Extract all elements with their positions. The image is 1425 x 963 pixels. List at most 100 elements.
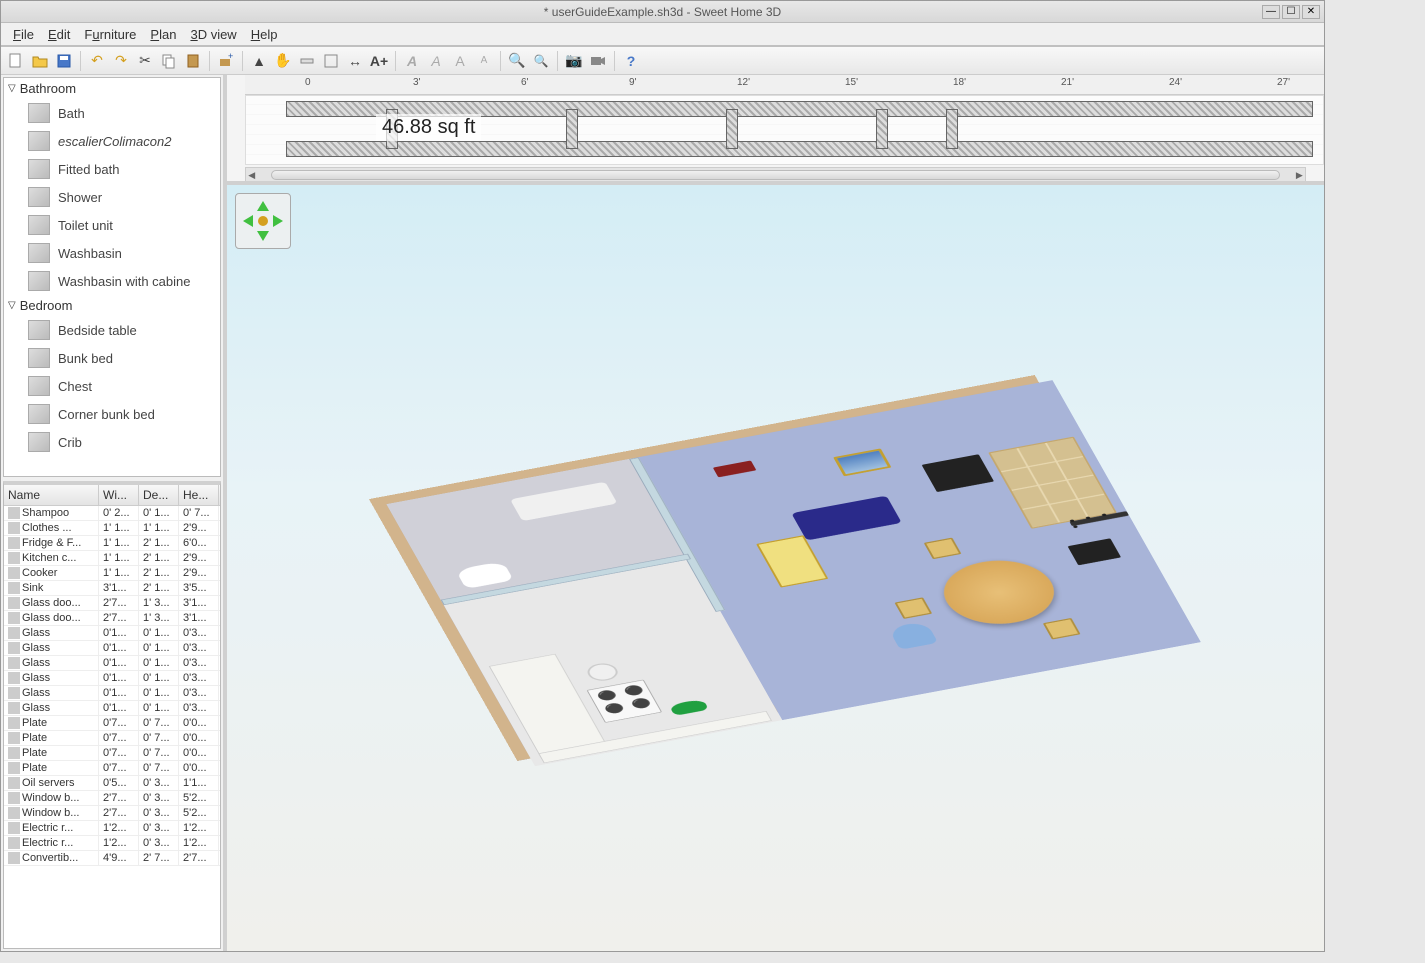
ruler-horizontal: 03'6'9'12'15'18'21'24'27' (245, 75, 1324, 95)
row-name: Glass (22, 702, 50, 714)
font-decrease-button[interactable]: A (473, 50, 495, 72)
zoom-out-button[interactable]: 🔍 (530, 50, 552, 72)
row-depth: 0' 1... (139, 671, 179, 685)
row-icon (8, 597, 20, 609)
row-icon (8, 522, 20, 534)
table-row[interactable]: Window b...2'7...0' 3...5'2... (4, 791, 220, 806)
redo-button[interactable]: ↷ (110, 50, 132, 72)
catalog-item[interactable]: Crib (4, 428, 220, 456)
col-height-header[interactable]: He... (179, 485, 219, 505)
plan-h-scrollbar[interactable]: ◀ ▶ (245, 167, 1306, 183)
menu-help[interactable]: Help (245, 25, 284, 44)
font-increase-button[interactable]: A (449, 50, 471, 72)
table-row[interactable]: Plate0'7...0' 7...0'0... (4, 716, 220, 731)
create-walls-tool[interactable] (296, 50, 318, 72)
create-rooms-tool[interactable] (320, 50, 342, 72)
video-button[interactable] (587, 50, 609, 72)
table-row[interactable]: Clothes ...1' 1...1' 1...2'9... (4, 521, 220, 536)
catalog-item[interactable]: Bath (4, 99, 220, 127)
row-height: 0'0... (179, 746, 219, 760)
copy-button[interactable] (158, 50, 180, 72)
plan-2d-pane[interactable]: 03'6'9'12'15'18'21'24'27' 46.88 sq ft ◀ (227, 75, 1324, 185)
row-name: Window b... (22, 792, 79, 804)
undo-button[interactable]: ↶ (86, 50, 108, 72)
photo-button[interactable]: 📷 (563, 50, 585, 72)
close-button[interactable]: ✕ (1302, 5, 1320, 19)
catalog-item[interactable]: Fitted bath (4, 155, 220, 183)
3d-view-pane[interactable] (227, 185, 1324, 951)
col-width-header[interactable]: Wi... (99, 485, 139, 505)
select-tool[interactable]: ▲ (248, 50, 270, 72)
catalog-item[interactable]: Washbasin with cabine (4, 267, 220, 295)
catalog-item[interactable]: Shower (4, 183, 220, 211)
table-row[interactable]: Fridge & F...1' 1...2' 1...6'0... (4, 536, 220, 551)
new-button[interactable] (5, 50, 27, 72)
maximize-button[interactable]: ☐ (1282, 5, 1300, 19)
plan-canvas[interactable]: 46.88 sq ft (245, 95, 1324, 165)
catalog-item[interactable]: Chest (4, 372, 220, 400)
furniture-list-table[interactable]: Name Wi... De... He... Shampoo0' 2...0' … (3, 481, 221, 949)
table-row[interactable]: Plate0'7...0' 7...0'0... (4, 746, 220, 761)
table-row[interactable]: Plate0'7...0' 7...0'0... (4, 761, 220, 776)
open-button[interactable] (29, 50, 51, 72)
table-row[interactable]: Convertib...4'9...2' 7...2'7... (4, 851, 220, 866)
row-icon (8, 837, 20, 849)
menu-3dview[interactable]: 3D view (184, 25, 242, 44)
table-row[interactable]: Shampoo0' 2...0' 1...0' 7... (4, 506, 220, 521)
create-dimensions-tool[interactable]: ↔ (344, 50, 366, 72)
catalog-category[interactable]: ▽Bathroom (4, 78, 220, 99)
furniture-catalog[interactable]: ▽BathroomBathescalierColimacon2Fitted ba… (3, 77, 221, 477)
catalog-item[interactable]: Washbasin (4, 239, 220, 267)
save-button[interactable] (53, 50, 75, 72)
table-row[interactable]: Electric r...1'2...0' 3...1'2... (4, 821, 220, 836)
table-row[interactable]: Cooker1' 1...2' 1...2'9... (4, 566, 220, 581)
table-row[interactable]: Glass0'1...0' 1...0'3... (4, 641, 220, 656)
table-row[interactable]: Oil servers0'5...0' 3...1'1... (4, 776, 220, 791)
create-text-tool[interactable]: A+ (368, 50, 390, 72)
menu-plan[interactable]: Plan (144, 25, 182, 44)
catalog-item[interactable]: Toilet unit (4, 211, 220, 239)
col-name-header[interactable]: Name (4, 485, 99, 505)
category-label: Bedroom (20, 298, 73, 313)
row-depth: 0' 1... (139, 506, 179, 520)
3d-nav-compass[interactable] (235, 193, 291, 249)
menu-furniture[interactable]: Furniture (78, 25, 142, 44)
row-height: 0'0... (179, 761, 219, 775)
col-depth-header[interactable]: De... (139, 485, 179, 505)
minimize-button[interactable]: — (1262, 5, 1280, 19)
table-row[interactable]: Glass0'1...0' 1...0'3... (4, 656, 220, 671)
row-icon (8, 612, 20, 624)
catalog-item[interactable]: Bunk bed (4, 344, 220, 372)
table-row[interactable]: Glass doo...2'7...1' 3...3'1... (4, 611, 220, 626)
italic-button[interactable]: A (425, 50, 447, 72)
table-row[interactable]: Glass0'1...0' 1...0'3... (4, 701, 220, 716)
table-row[interactable]: Sink3'1...2' 1...3'5... (4, 581, 220, 596)
menu-file[interactable]: File (7, 25, 40, 44)
table-row[interactable]: Plate0'7...0' 7...0'0... (4, 731, 220, 746)
menu-edit[interactable]: Edit (42, 25, 76, 44)
catalog-item[interactable]: escalierColimacon2 (4, 127, 220, 155)
expand-icon: ▽ (8, 300, 16, 311)
table-row[interactable]: Glass0'1...0' 1...0'3... (4, 671, 220, 686)
table-row[interactable]: Glass0'1...0' 1...0'3... (4, 686, 220, 701)
scroll-right-icon[interactable]: ▶ (1294, 170, 1305, 181)
pan-tool[interactable]: ✋ (272, 50, 294, 72)
row-width: 0'1... (99, 686, 139, 700)
cut-button[interactable]: ✂ (134, 50, 156, 72)
paste-button[interactable] (182, 50, 204, 72)
help-button[interactable]: ? (620, 50, 642, 72)
zoom-in-button[interactable]: 🔍 (506, 50, 528, 72)
table-row[interactable]: Kitchen c...1' 1...2' 1...2'9... (4, 551, 220, 566)
table-row[interactable]: Glass0'1...0' 1...0'3... (4, 626, 220, 641)
add-furniture-button[interactable]: + (215, 50, 237, 72)
row-icon (8, 822, 20, 834)
bold-button[interactable]: A (401, 50, 423, 72)
catalog-item[interactable]: Bedside table (4, 316, 220, 344)
table-row[interactable]: Glass doo...2'7...1' 3...3'1... (4, 596, 220, 611)
table-row[interactable]: Electric r...1'2...0' 3...1'2... (4, 836, 220, 851)
scroll-thumb[interactable] (271, 170, 1279, 180)
catalog-item[interactable]: Corner bunk bed (4, 400, 220, 428)
scroll-left-icon[interactable]: ◀ (246, 170, 257, 181)
catalog-category[interactable]: ▽ Bedroom (4, 295, 220, 316)
table-row[interactable]: Window b...2'7...0' 3...5'2... (4, 806, 220, 821)
